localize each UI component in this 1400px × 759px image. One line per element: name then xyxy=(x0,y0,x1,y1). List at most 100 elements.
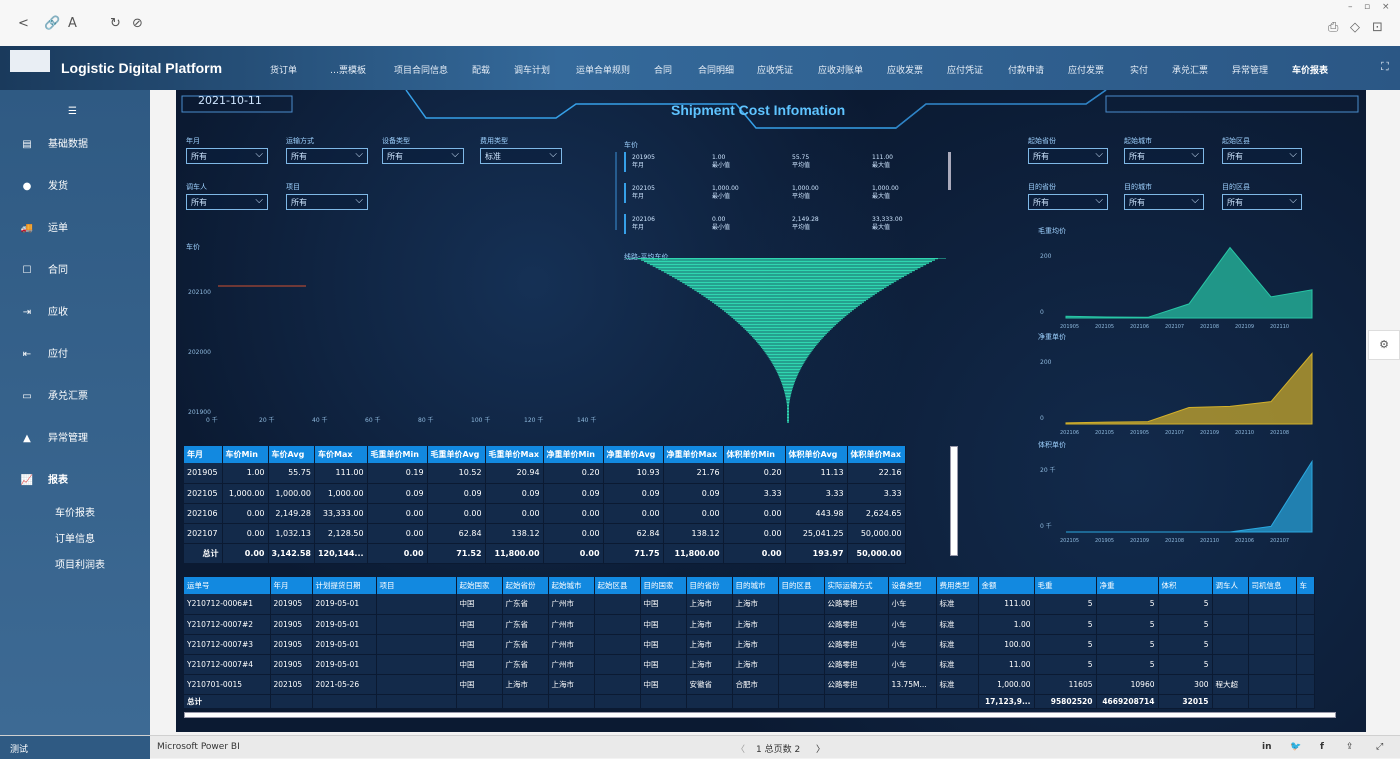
nav-item[interactable]: 合同明细 xyxy=(698,63,734,76)
sidebar-item[interactable]: ▲ 异常管理 xyxy=(20,429,88,444)
nav-item[interactable]: 承兑汇票 xyxy=(1172,63,1208,76)
column-header[interactable]: 项目 xyxy=(376,577,457,594)
filter-dropdown[interactable]: 所有 ⌵ xyxy=(1124,148,1204,164)
settings-gear-icon[interactable]: ⚙ xyxy=(1368,330,1400,360)
twitter-icon[interactable]: 🐦 xyxy=(1290,742,1301,752)
refresh-icon[interactable]: ↻ xyxy=(110,16,121,31)
column-header[interactable]: 车价Min xyxy=(222,446,269,463)
column-header[interactable]: 体积单价Min xyxy=(723,446,786,463)
minimize-icon[interactable]: – xyxy=(1348,2,1353,12)
column-header[interactable]: 毛重单价Min xyxy=(367,446,428,463)
column-header[interactable]: 起始区县 xyxy=(594,577,641,594)
column-header[interactable]: 车 xyxy=(1296,577,1315,594)
kpi-scrollbar[interactable] xyxy=(948,152,951,190)
share-report-icon[interactable]: ⇪ xyxy=(1346,742,1354,752)
sidebar-item[interactable]: ⇤ 应付 xyxy=(20,345,68,360)
column-header[interactable]: 司机信息 xyxy=(1248,577,1297,594)
column-header[interactable]: 体积单价Max xyxy=(847,446,906,463)
column-header[interactable]: 起始国家 xyxy=(456,577,503,594)
extension-icon[interactable]: ◇ xyxy=(1350,20,1360,35)
column-header[interactable]: 年月 xyxy=(270,577,313,594)
column-header[interactable]: 费用类型 xyxy=(936,577,979,594)
share-icon[interactable]: ⎙ xyxy=(1328,20,1338,35)
filter-dropdown[interactable]: 所有 ⌵ xyxy=(1124,194,1204,210)
restore-icon[interactable]: ▫ xyxy=(1364,2,1370,12)
nav-item[interactable]: 付款申请 xyxy=(1008,63,1044,76)
sidebar-item[interactable]: ● 发货 xyxy=(20,177,68,192)
column-header[interactable]: 实际运输方式 xyxy=(824,577,889,594)
column-header[interactable]: 毛重单价Avg xyxy=(427,446,486,463)
column-header[interactable]: 年月 xyxy=(184,446,223,463)
stats-scrollbar[interactable] xyxy=(950,446,958,556)
link-icon[interactable]: 🔗 xyxy=(44,16,60,31)
column-header[interactable]: 净重单价Min xyxy=(543,446,604,463)
nav-item[interactable]: 货订单 xyxy=(270,63,297,76)
column-header[interactable]: 体积 xyxy=(1158,577,1213,594)
nav-item[interactable]: 应付凭证 xyxy=(947,63,983,76)
close-icon[interactable]: × xyxy=(1382,2,1390,12)
column-header[interactable]: 设备类型 xyxy=(888,577,937,594)
column-header[interactable]: 车价Avg xyxy=(268,446,315,463)
filter-dropdown[interactable]: 所有 ⌵ xyxy=(1222,148,1302,164)
column-header[interactable]: 计划提货日期 xyxy=(312,577,377,594)
linkedin-icon[interactable]: in xyxy=(1262,742,1272,752)
column-header[interactable]: 净重单价Max xyxy=(663,446,724,463)
filter-dropdown[interactable]: 所有 ⌵ xyxy=(382,148,464,164)
sidebar-item[interactable]: 📈 报表 xyxy=(20,471,68,486)
filter-dropdown[interactable]: 所有 ⌵ xyxy=(186,148,268,164)
column-header[interactable]: 目的国家 xyxy=(640,577,687,594)
nav-item[interactable]: 合同 xyxy=(654,63,672,76)
column-header[interactable]: 起始省份 xyxy=(502,577,549,594)
filter-dropdown[interactable]: 所有 ⌵ xyxy=(1028,194,1108,210)
column-header[interactable]: 净重 xyxy=(1096,577,1159,594)
user-badge[interactable]: 测试 xyxy=(0,736,150,759)
column-header[interactable]: 目的区县 xyxy=(778,577,825,594)
column-header[interactable]: 目的城市 xyxy=(732,577,779,594)
nav-item[interactable]: 运单合单规则 xyxy=(576,63,630,76)
filter-dropdown[interactable]: 所有 ⌵ xyxy=(186,194,268,210)
stop-icon[interactable]: ⊘ xyxy=(132,16,143,31)
column-header[interactable]: 运单号 xyxy=(184,577,271,594)
back-icon[interactable]: < xyxy=(18,16,29,31)
nav-item[interactable]: 应收凭证 xyxy=(757,63,793,76)
column-header[interactable]: 净重单价Avg xyxy=(603,446,664,463)
filter-dropdown[interactable]: 所有 ⌵ xyxy=(286,148,368,164)
column-header[interactable]: 毛重单价Max xyxy=(485,446,544,463)
facebook-icon[interactable]: f xyxy=(1320,742,1324,752)
nav-item[interactable]: …票模板 xyxy=(330,63,366,76)
nav-item[interactable]: 调车计划 xyxy=(514,63,550,76)
fullscreen-icon[interactable]: ⛶ xyxy=(1381,60,1389,74)
filter-dropdown[interactable]: 标准 ⌵ xyxy=(480,148,562,164)
filter-dropdown[interactable]: 所有 ⌵ xyxy=(1028,148,1108,164)
prev-page-icon[interactable]: 〈 xyxy=(736,742,745,755)
sidebar-item[interactable]: 🚚 运单 xyxy=(20,219,68,234)
nav-item[interactable]: 异常管理 xyxy=(1232,63,1268,76)
sidebar-item[interactable]: ▤ 基础数据 xyxy=(20,135,88,150)
collections-icon[interactable]: ⊡ xyxy=(1372,20,1383,35)
sidebar-sub-car-price[interactable]: 车价报表 xyxy=(55,504,95,519)
column-header[interactable]: 调车人 xyxy=(1212,577,1249,594)
nav-item[interactable]: 应付发票 xyxy=(1068,63,1104,76)
nav-item[interactable]: 应收发票 xyxy=(887,63,923,76)
sidebar-item[interactable]: ▭ 承兑汇票 xyxy=(20,387,88,402)
column-header[interactable]: 车价Max xyxy=(314,446,368,463)
read-aloud-icon[interactable]: A xyxy=(68,16,77,31)
column-header[interactable]: 起始城市 xyxy=(548,577,595,594)
detail-hscrollbar[interactable] xyxy=(184,712,1336,718)
column-header[interactable]: 目的省份 xyxy=(686,577,733,594)
column-header[interactable]: 体积单价Avg xyxy=(785,446,848,463)
nav-item[interactable]: 配载 xyxy=(472,63,490,76)
sidebar-collapse-icon[interactable]: ☰ xyxy=(68,106,77,117)
column-header[interactable]: 毛重 xyxy=(1034,577,1097,594)
fullscreen-report-icon[interactable]: ⤢ xyxy=(1376,742,1383,752)
filter-dropdown[interactable]: 所有 ⌵ xyxy=(286,194,368,210)
nav-item[interactable]: 车价报表 xyxy=(1292,63,1328,76)
next-page-icon[interactable]: 〉 xyxy=(816,742,825,755)
column-header[interactable]: 金额 xyxy=(978,577,1035,594)
sidebar-sub-order-info[interactable]: 订单信息 xyxy=(55,530,95,545)
filter-dropdown[interactable]: 所有 ⌵ xyxy=(1222,194,1302,210)
sidebar-sub-project-profit[interactable]: 项目利润表 xyxy=(55,556,105,571)
nav-item[interactable]: 实付 xyxy=(1130,63,1148,76)
nav-item[interactable]: 项目合同信息 xyxy=(394,63,448,76)
sidebar-item[interactable]: ⇥ 应收 xyxy=(20,303,68,318)
